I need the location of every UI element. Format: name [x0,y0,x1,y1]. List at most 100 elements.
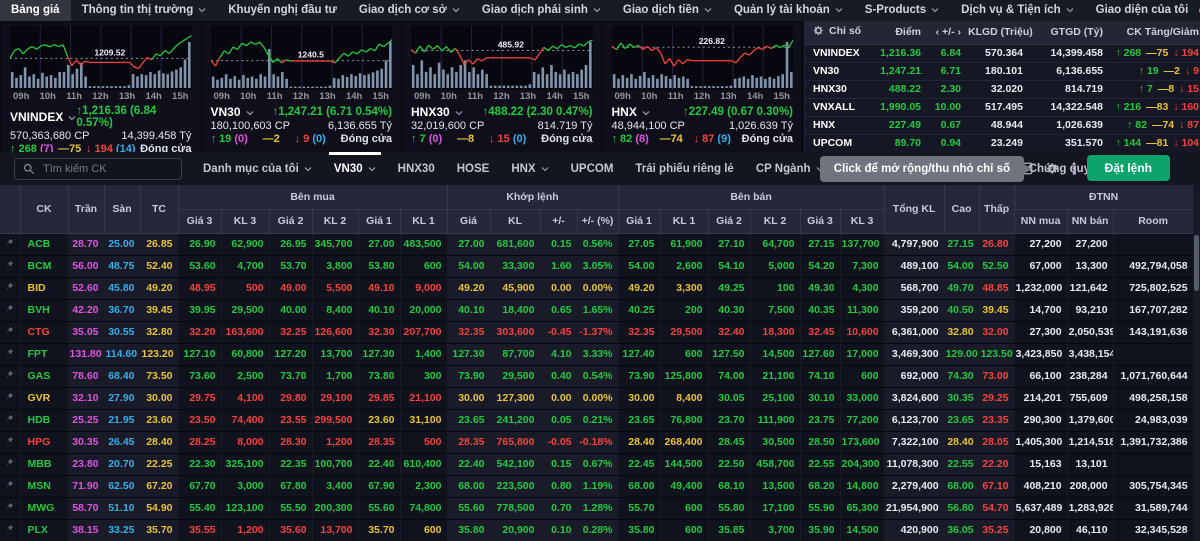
header-foreign-sell[interactable]: NN bán [1067,209,1113,233]
table-row-PLX[interactable]: PLX38.1533.2535.7035.551,20035.6013,7003… [0,519,1193,541]
header-ck[interactable]: CK [20,185,68,233]
header-sell-price2[interactable]: Giá 2 [708,209,750,233]
chart-symbol-selector[interactable]: HNX [612,105,650,119]
tab-tr-i-phi-u-ri-ng-l-[interactable]: Trái phiếu riêng lẻ [624,152,744,185]
cell-high: 74.30 [944,365,979,387]
tab-vn30[interactable]: VN30 [323,152,387,185]
pin-icon[interactable] [0,387,20,409]
menu-item-2[interactable]: Thông tin thị trường [71,0,218,21]
cell-buy-price3: 22.30 [178,453,221,475]
tab-danh-m-c-c-a-t-i[interactable]: Danh mục của tôi [192,152,323,185]
header-buy-vol3[interactable]: KL 3 [221,209,269,233]
chart-symbol-selector[interactable]: VN30 [211,105,254,119]
header-foreign-buy[interactable]: NN mua [1014,209,1067,233]
index-row-UPCOM[interactable]: UPCOM89.700.9423.249351.570↑ 144—81↓ 104 [805,134,1200,152]
table-row-HPG[interactable]: HPG30.3526.4528.4028.258,00028.301,20028… [0,431,1193,453]
index-row-VNINDEX[interactable]: VNINDEX1,216.366.84570.36414,399.458↑ 26… [805,44,1200,62]
index-header-change[interactable]: ‹ +/- › [927,21,967,44]
table-row-FPT[interactable]: FPT131.80114.60123.20127.1060,800127.201… [0,343,1193,365]
header-sell-vol1[interactable]: KL 1 [660,209,708,233]
index-header-symbol[interactable]: Chỉ số [805,21,869,44]
header-sell-vol3[interactable]: KL 3 [840,209,884,233]
table-row-CTG[interactable]: CTG35.0530.5532.8032.20163,60032.25126,6… [0,321,1193,343]
menu-item-3[interactable]: Khuyến nghị đầu tư [217,0,348,21]
pin-icon[interactable] [0,277,20,299]
pin-icon[interactable] [0,255,20,277]
header-low[interactable]: Thấp [979,185,1014,233]
index-header-gtgd[interactable]: GTGD (Tỷ) [1029,21,1109,44]
header-match-price[interactable]: Giá [447,209,490,233]
chart-symbol-selector[interactable]: VNINDEX [10,110,76,124]
pin-icon[interactable] [0,431,20,453]
pin-icon[interactable] [0,233,20,255]
pin-icon[interactable] [0,299,20,321]
tab-hnx30[interactable]: HNX30 [387,152,446,185]
settings-gear-icon[interactable] [1046,162,1059,175]
header-total-volume[interactable]: Tổng KL [884,185,944,233]
header-match-vol[interactable]: KL [490,209,540,233]
vertical-scrollbar[interactable] [1193,185,1200,541]
index-row-HNX[interactable]: HNX227.490.6748.9441,026.639↑ 82—74↓ 87 [805,116,1200,134]
menu-item-7[interactable]: Quản lý tài khoản [723,0,854,21]
header-foreign-room[interactable]: Room [1113,209,1193,233]
index-row-VNXALL[interactable]: VNXALL1,990.0510.00517.49514,322.548↑ 21… [805,98,1200,116]
header-buy-vol1[interactable]: KL 1 [400,209,447,233]
index-header-point[interactable]: Điểm [869,21,927,44]
table-row-MSN[interactable]: MSN71.9062.5067.2067.703,00067.803,40067… [0,475,1193,497]
gear-icon[interactable] [813,25,824,39]
header-sell-price1[interactable]: Giá 1 [618,209,660,233]
header-floor[interactable]: Sàn [104,185,140,233]
search-box[interactable] [14,158,182,180]
pin-icon[interactable] [0,321,20,343]
header-match-change-pct[interactable]: +/- (%) [577,209,618,233]
table-row-ACB[interactable]: ACB28.7025.0026.8526.9062,90026.95345,70… [0,233,1193,255]
header-match-change[interactable]: +/- [540,209,577,233]
cell-sell-price2: 30.05 [708,387,750,409]
place-order-button[interactable]: Đặt lệnh [1087,155,1170,181]
menu-item-6[interactable]: Giao dịch tiền [612,0,723,21]
chart-symbol-selector[interactable]: HNX30 [411,105,463,119]
table-row-BVH[interactable]: BVH42.2036.7039.4539.9529,50040.008,4004… [0,299,1193,321]
scrollbar-thumb[interactable] [1194,235,1199,291]
pin-icon[interactable] [0,343,20,365]
tab-hose[interactable]: HOSE [446,152,501,185]
tab-hnx[interactable]: HNX [500,152,559,185]
tab-upcom[interactable]: UPCOM [560,152,625,185]
table-row-GVR[interactable]: GVR32.1027.9030.0029.754,10029.8029,1002… [0,387,1193,409]
index-header-klgd[interactable]: KLGD (Triệu) [967,21,1029,44]
header-reference[interactable]: TC [140,185,178,233]
menu-item-4[interactable]: Giao dịch cơ sở [348,0,471,21]
pin-icon[interactable] [0,453,20,475]
menu-item-5[interactable]: Giao dịch phái sinh [471,0,612,21]
cell-symbol: MSN [20,475,68,497]
table-row-BID[interactable]: BID52.6045.8049.2048.9550049.005,50049.1… [0,277,1193,299]
table-row-GAS[interactable]: GAS78.6068.4073.5073.602,50073.701,70073… [0,365,1193,387]
header-buy-price2[interactable]: Giá 2 [269,209,312,233]
pin-icon[interactable] [0,497,20,519]
table-row-HDB[interactable]: HDB25.2521.9523.6023.5074,40023.55299,50… [0,409,1193,431]
table-row-MBB[interactable]: MBB23.8020.7022.2522.30325,10022.35100,7… [0,453,1193,475]
header-sell-vol2[interactable]: KL 2 [750,209,800,233]
search-input[interactable] [41,162,173,176]
pin-icon[interactable] [0,409,20,431]
table-row-MWG[interactable]: MWG58.7051.1054.9055.40123,10055.50200,3… [0,497,1193,519]
pin-icon[interactable] [0,365,20,387]
tab-label: HNX30 [398,163,435,175]
index-row-VN30[interactable]: VN301,247.216.71180.1016,136.655↑ 19—2↓ … [805,62,1200,80]
menu-item-8[interactable]: S-Products [854,0,950,21]
menu-item-9[interactable]: Dịch vụ & Tiện ích [950,0,1084,21]
index-header-updown[interactable]: CK Tăng/Giảm [1109,21,1200,44]
menu-item-10[interactable]: Giao diện của tôi [1085,0,1200,21]
header-high[interactable]: Cao [944,185,979,233]
menu-item-1[interactable]: Bảng giá [0,0,71,21]
pin-icon[interactable] [0,519,20,541]
header-ceiling[interactable]: Trần [68,185,104,233]
kebab-menu-icon[interactable] [1072,161,1076,176]
table-row-BCM[interactable]: BCM56.0048.7552.4053.604,70053.703,80053… [0,255,1193,277]
header-sell-price3[interactable]: Giá 3 [800,209,840,233]
header-buy-price1[interactable]: Giá 1 [358,209,400,233]
index-row-HNX30[interactable]: HNX30488.222.3032.020814.719↑ 7—8↓ 15 [805,80,1200,98]
header-buy-price3[interactable]: Giá 3 [178,209,221,233]
header-buy-vol2[interactable]: KL 2 [312,209,358,233]
pin-icon[interactable] [0,475,20,497]
